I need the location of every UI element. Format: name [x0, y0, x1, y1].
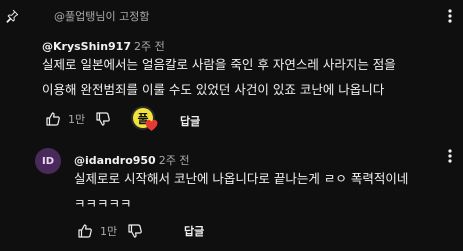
reply-like-count: 1만 — [100, 225, 118, 238]
comment-actions: 1만 — [44, 107, 112, 131]
reply-more-options-icon[interactable] — [443, 147, 457, 165]
comment-body: 실제로 일본에서는 얼음칼로 사람을 죽인 후 자연스레 사라지는 점을 이용해… — [42, 52, 396, 102]
reply-line: ㅋㅋㅋㅋㅋ — [74, 196, 132, 211]
thumb-down-icon — [96, 112, 110, 126]
reply-reply-button[interactable]: 답글 — [184, 223, 204, 239]
reply-dislike-button[interactable] — [126, 222, 144, 240]
dislike-button[interactable] — [94, 110, 112, 128]
reply-actions: 1만 답글 — [76, 219, 204, 243]
reply-like-button[interactable] — [76, 222, 94, 240]
comment-line: 실제로 일본에서는 얼음칼로 사람을 죽인 후 자연스레 사라지는 점을 — [42, 57, 396, 72]
like-count: 1만 — [68, 113, 86, 126]
thumb-up-icon — [78, 224, 92, 238]
pinned-label: @풀업탱님이 고정함 — [54, 10, 150, 23]
creator-heart-badge: 풀 — [131, 106, 159, 134]
thumb-up-icon — [46, 112, 60, 126]
more-options-icon[interactable] — [443, 7, 457, 25]
reply-button[interactable]: 답글 — [180, 113, 200, 129]
reply-line: 실제로로 시작해서 코난에 나옵니다로 끝나는게 ㄹㅇ 폭력적이네 — [74, 171, 409, 186]
pin-icon — [6, 9, 19, 23]
like-button[interactable] — [44, 110, 62, 128]
avatar[interactable]: ID — [35, 148, 61, 174]
thumb-down-icon — [128, 224, 142, 238]
comment-line: 이용해 완전범죄를 이룰 수도 있었던 사건이 있죠 코난에 나옵니다 — [42, 82, 385, 97]
heart-icon — [145, 119, 158, 131]
reply-body: 실제로로 시작해서 코난에 나옵니다로 끝나는게 ㄹㅇ 폭력적이네 ㅋㅋㅋㅋㅋ — [74, 166, 408, 216]
